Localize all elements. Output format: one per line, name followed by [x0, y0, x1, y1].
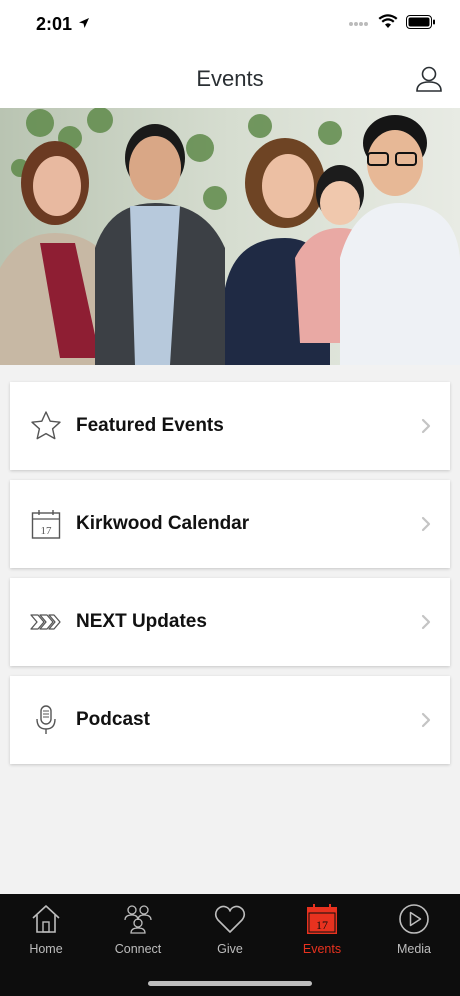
- nav-bar: Events: [0, 50, 460, 108]
- battery-icon: [406, 14, 436, 34]
- menu-item-kirkwood-calendar[interactable]: 17 Kirkwood Calendar: [10, 480, 450, 568]
- svg-text:17: 17: [316, 918, 328, 932]
- menu-item-podcast[interactable]: Podcast: [10, 676, 450, 764]
- menu-item-label: Kirkwood Calendar: [76, 513, 250, 534]
- signal-icon: [348, 15, 370, 33]
- events-menu-list: Featured Events 17 Kirkwood Calendar NEX…: [10, 382, 450, 774]
- hero-photo: [0, 108, 460, 365]
- chevron-right-icon: [420, 711, 432, 729]
- chevron-right-icon: [420, 417, 432, 435]
- tab-home[interactable]: Home: [0, 902, 92, 960]
- play-icon: [397, 902, 431, 936]
- people-icon: [121, 902, 155, 936]
- microphone-icon: [30, 704, 62, 736]
- tab-label: Media: [396, 942, 432, 956]
- home-indicator[interactable]: [148, 981, 312, 986]
- menu-item-label: Podcast: [76, 709, 150, 730]
- wifi-icon: [378, 14, 398, 34]
- svg-text:17: 17: [41, 525, 53, 537]
- profile-icon[interactable]: [414, 64, 444, 94]
- heart-icon: [213, 902, 247, 936]
- menu-item-next-updates[interactable]: NEXT Updates: [10, 578, 450, 666]
- chevron-right-icon: [420, 613, 432, 631]
- menu-item-label: Featured Events: [76, 415, 224, 436]
- status-time: 2:01: [36, 14, 73, 34]
- tab-media[interactable]: Media: [368, 902, 460, 960]
- page-title: Events: [196, 66, 264, 91]
- location-arrow-icon: [78, 16, 90, 34]
- tab-label: Events: [302, 942, 342, 956]
- tab-label: Home: [29, 942, 63, 956]
- home-icon: [29, 902, 63, 936]
- calendar-icon: 17: [305, 902, 339, 936]
- chevrons-icon: [30, 606, 62, 638]
- star-icon: [30, 410, 62, 442]
- menu-item-label: NEXT Updates: [76, 611, 207, 632]
- tab-events[interactable]: 17 Events: [276, 902, 368, 960]
- tab-connect[interactable]: Connect: [92, 902, 184, 960]
- chevron-right-icon: [420, 515, 432, 533]
- calendar-icon: 17: [30, 508, 62, 540]
- status-bar: 2:01: [0, 0, 460, 50]
- tab-bar: Home Connect Give 17 Events Media: [0, 894, 460, 996]
- menu-item-featured-events[interactable]: Featured Events: [10, 382, 450, 470]
- tab-label: Connect: [114, 942, 162, 956]
- tab-label: Give: [217, 942, 243, 956]
- tab-give[interactable]: Give: [184, 902, 276, 960]
